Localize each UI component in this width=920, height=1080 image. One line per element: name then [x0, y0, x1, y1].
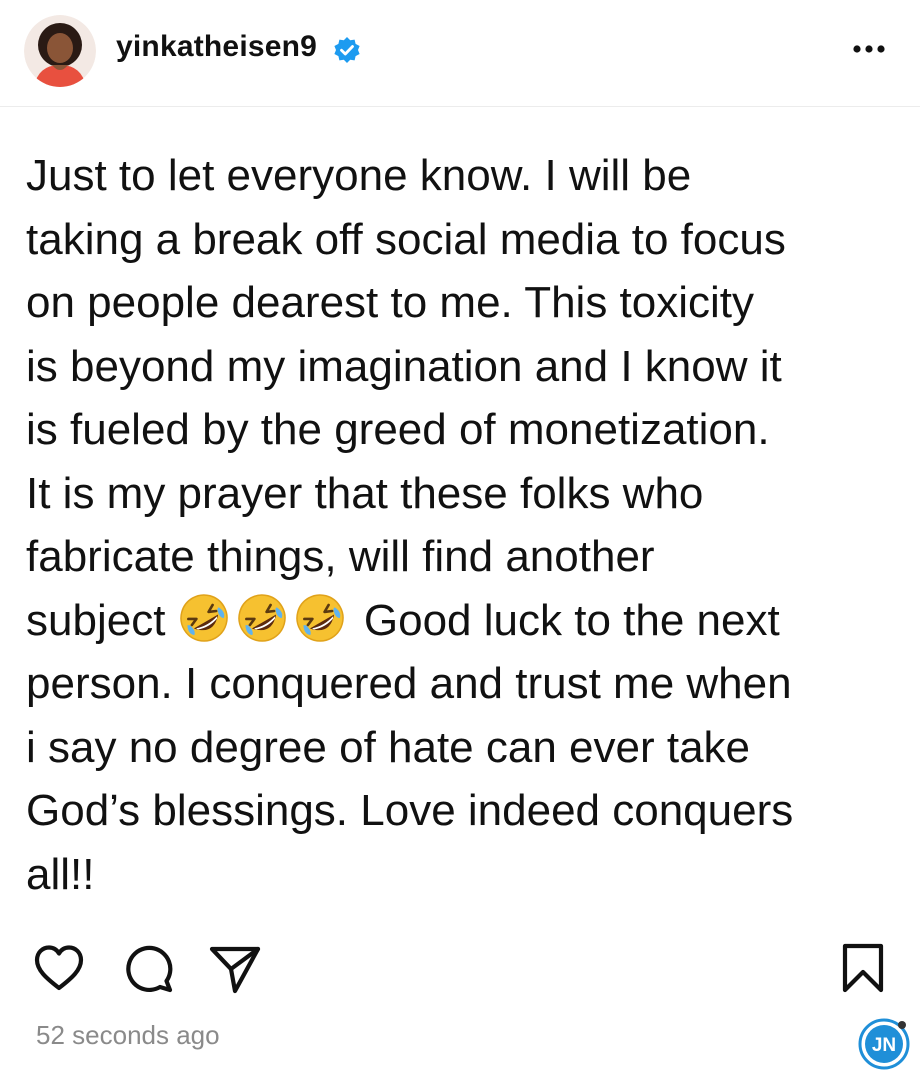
- verified-badge-icon: [334, 37, 360, 63]
- post-text-line: God’s blessings. Love indeed conquers: [26, 786, 794, 835]
- post-text-line: Just to let everyone know. I will be: [26, 151, 692, 200]
- post-text-line: on people dearest to me. This toxicity: [26, 278, 755, 327]
- post-text-line: taking a break off social media to focus: [26, 214, 786, 264]
- post-timestamp: 52 seconds ago: [36, 1020, 220, 1050]
- send-icon[interactable]: [206, 939, 264, 997]
- post-text-fragment: Good luck to the next: [363, 595, 780, 645]
- username[interactable]: yinkatheisen9: [116, 30, 317, 64]
- post-text-line: is beyond my imagination and I know it: [26, 341, 782, 391]
- action-bar: [0, 935, 920, 1005]
- post-text-fragment: subject: [26, 595, 166, 645]
- post-text-line: is fueled by the greed of monetization.: [26, 405, 770, 454]
- post-text: Just to let everyone know. I will be tak…: [26, 144, 916, 906]
- post-text-line: It is my prayer that these folks who: [26, 468, 704, 518]
- post-text-line-emoji: subject Good luck to the next: [26, 589, 916, 653]
- comment-icon[interactable]: [120, 939, 178, 997]
- post-text-line: fabricate things, will find another: [26, 532, 655, 581]
- rolling-on-floor-laughing-icon: [237, 593, 286, 642]
- more-horizontal-icon[interactable]: [844, 30, 894, 66]
- watermark-text: JN: [872, 1035, 896, 1056]
- emoji-group: [178, 593, 352, 645]
- post-text-line: person. I conquered and trust me when: [26, 659, 792, 708]
- post-header: yinkatheisen9: [0, 0, 920, 107]
- avatar-image: [24, 15, 96, 87]
- post-text-line: i say no degree of hate can ever take: [26, 722, 751, 772]
- avatar[interactable]: [24, 15, 96, 87]
- rolling-on-floor-laughing-icon: [295, 593, 344, 642]
- jn-watermark-logo: JN: [858, 1018, 910, 1070]
- post-text-line: all!!: [26, 849, 95, 899]
- heart-icon[interactable]: [30, 939, 88, 997]
- rolling-on-floor-laughing-icon: [179, 593, 228, 642]
- bookmark-icon[interactable]: [834, 939, 892, 997]
